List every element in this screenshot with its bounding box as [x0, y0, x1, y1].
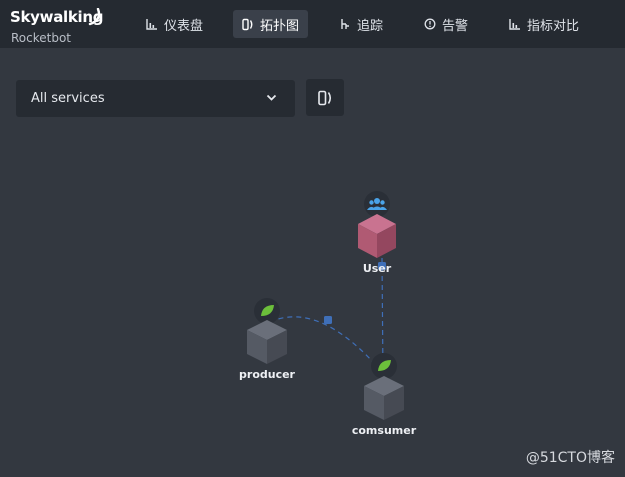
topology-node-producer[interactable]: producer: [239, 298, 296, 381]
node-label-producer: producer: [239, 368, 296, 381]
edge-traffic-marker[interactable]: [324, 316, 332, 324]
watermark: @51CTO博客: [525, 450, 615, 466]
service-cube-icon: [364, 376, 404, 420]
node-label-comsumer: comsumer: [352, 424, 417, 437]
topology-node-user[interactable]: User: [358, 191, 396, 275]
topology-node-comsumer[interactable]: comsumer: [352, 353, 417, 437]
node-label-user: User: [363, 262, 392, 275]
topology-graph[interactable]: User producer comsumer: [0, 0, 625, 477]
service-cube-icon: [247, 320, 287, 364]
user-cube-icon: [358, 214, 396, 258]
